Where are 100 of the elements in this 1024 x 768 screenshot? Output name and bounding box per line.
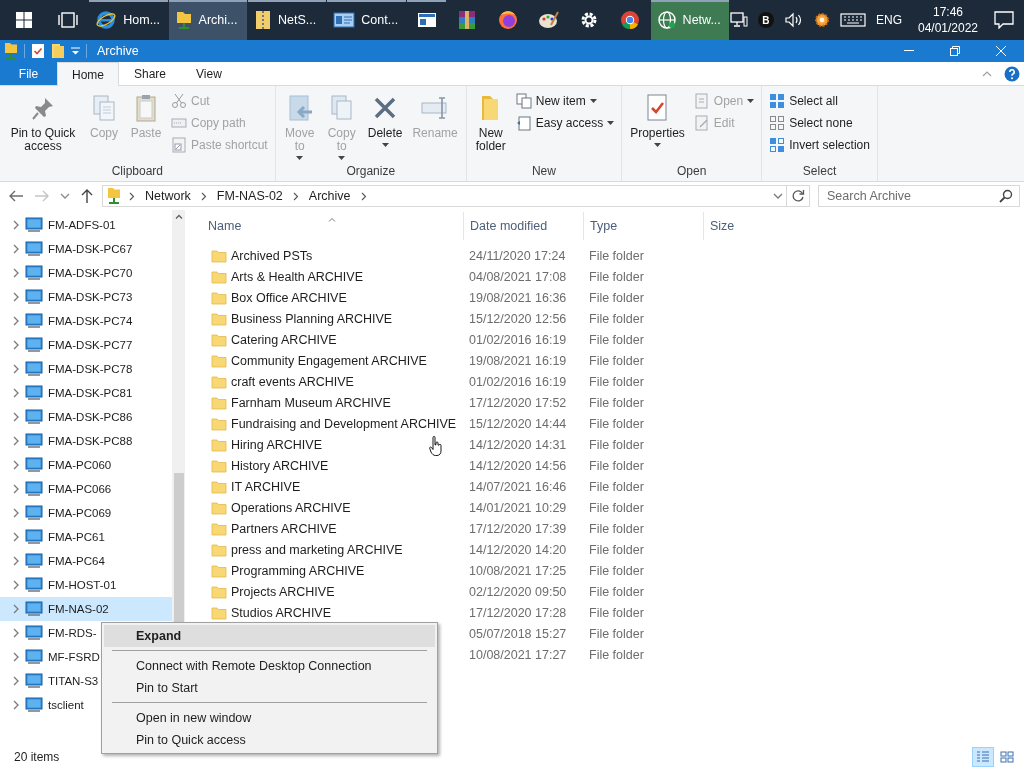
keyboard-icon[interactable] (839, 13, 866, 27)
menu-item[interactable]: Expand (104, 625, 435, 647)
breadcrumb[interactable]: Network (143, 189, 193, 203)
ribbon-button[interactable]: Select none (766, 112, 873, 134)
tree-item[interactable]: FM-ADFS-01 (0, 213, 172, 237)
chevron-icon (12, 532, 20, 542)
tray-badge[interactable]: B (757, 12, 774, 28)
folder-icon (211, 395, 227, 410)
ribbon-button[interactable]: Select all (766, 90, 873, 112)
computer-icon (25, 313, 43, 329)
file-name[interactable]: Box Office ARCHIVE (231, 290, 347, 305)
type-cell-text: File folder (588, 542, 645, 557)
ribbon-button[interactable]: New folder (470, 90, 511, 163)
file-name[interactable]: Farnham Museum ARCHIVE (231, 395, 391, 410)
chevron-icon (12, 220, 20, 230)
column-header[interactable]: Type (583, 212, 703, 240)
windows-logo-icon (15, 12, 32, 28)
file-name[interactable]: Archived PSTs (231, 248, 313, 263)
tree-item[interactable]: FMA-DSK-PC70 (0, 261, 172, 285)
tree-item[interactable]: FMA-DSK-PC81 (0, 381, 172, 405)
monitor-icon[interactable] (729, 12, 748, 28)
menu-item[interactable]: Open in new window (104, 707, 435, 729)
tree-item[interactable]: FMA-DSK-PC77 (0, 333, 172, 357)
ribbon-button[interactable]: Easy access (512, 112, 618, 134)
file-name[interactable]: Fundraising and Development ARCHIVE (231, 416, 457, 431)
speaker-icon[interactable] (783, 12, 804, 28)
tree-item[interactable]: FMA-PC060 (0, 453, 172, 477)
notification-icon[interactable] (994, 11, 1015, 29)
recent-locations-button[interactable] (58, 192, 72, 200)
tree-item[interactable]: FMA-DSK-PC88 (0, 429, 172, 453)
ribbon-button[interactable]: Properties (626, 90, 689, 163)
tree-item[interactable]: FMA-PC069 (0, 501, 172, 525)
file-name[interactable]: craft events ARCHIVE (231, 374, 354, 389)
file-name[interactable]: History ARCHIVE (231, 458, 329, 473)
column-header[interactable]: Size (703, 212, 782, 240)
tree-item[interactable]: FMA-PC066 (0, 477, 172, 501)
ribbon-button[interactable]: New item (512, 90, 618, 112)
tree-item[interactable]: FMA-DSK-PC73 (0, 285, 172, 309)
menu-item[interactable]: Pin to Quick access (104, 729, 435, 751)
ribbon-button[interactable]: Delete (363, 90, 407, 163)
tree-item[interactable]: FMA-DSK-PC67 (0, 237, 172, 261)
type-cell-text: File folder (588, 458, 645, 473)
file-name[interactable]: Partners ARCHIVE (231, 521, 337, 536)
caret-icon (607, 121, 615, 125)
tree-item[interactable]: FMA-DSK-PC74 (0, 309, 172, 333)
file-name[interactable]: Operations ARCHIVE (231, 500, 351, 515)
minimize-icon (904, 50, 914, 52)
breadcrumb-separator-icon (200, 191, 207, 201)
address-bar[interactable]: Network FM-NAS-02 Archive (102, 185, 810, 207)
tree-item[interactable]: FMA-PC61 (0, 525, 172, 549)
clock-date[interactable]: 04/01/2022 (918, 20, 979, 36)
file-name[interactable]: Programming ARCHIVE (231, 563, 365, 578)
tree-item[interactable]: FMA-PC64 (0, 549, 172, 573)
network-folder-icon (4, 42, 18, 60)
path-icon (171, 115, 187, 131)
computer-icon (25, 337, 43, 353)
cog-icon[interactable] (813, 12, 830, 28)
menu-item[interactable]: Connect with Remote Desktop Connection (104, 655, 435, 677)
type-cell-text: File folder (588, 500, 645, 515)
computer-icon (25, 241, 43, 257)
file-name[interactable]: Arts & Health ARCHIVE (231, 269, 363, 284)
breadcrumb[interactable]: Archive (306, 189, 353, 203)
file-name[interactable]: Business Planning ARCHIVE (231, 311, 393, 326)
file-name[interactable]: Studios ARCHIVE (231, 605, 332, 620)
clock-time[interactable]: 17:46 (933, 4, 964, 20)
file-name[interactable]: Projects ARCHIVE (231, 584, 335, 599)
type-cell-text: File folder (588, 437, 645, 452)
ribbon-tab[interactable]: Share (119, 62, 182, 85)
ribbon-tab[interactable]: Home (57, 62, 119, 86)
chevron-icon (12, 412, 20, 422)
file-name[interactable]: Hiring ARCHIVE (231, 437, 322, 452)
easy-access-icon (515, 115, 532, 131)
file-name[interactable]: press and marketing ARCHIVE (231, 542, 403, 557)
computer-icon (25, 529, 43, 545)
computer-icon (25, 265, 43, 281)
tree-item[interactable]: FM-NAS-02 (0, 597, 172, 621)
column-header[interactable]: Date modified (463, 212, 583, 240)
tree-item[interactable]: FM-HOST-01 (0, 573, 172, 597)
select-none-icon (769, 115, 786, 131)
menu-item[interactable]: Pin to Start (104, 677, 435, 699)
ribbon-button[interactable]: Invert selection (766, 134, 873, 156)
chevron-icon (12, 628, 20, 638)
close-icon (996, 46, 1006, 56)
file-name[interactable]: Community Engagement ARCHIVE (231, 353, 427, 368)
taskbar-button[interactable]: Archi... (168, 0, 247, 40)
column-header[interactable]: Name (197, 212, 463, 240)
tree-item[interactable]: FMA-DSK-PC78 (0, 357, 172, 381)
breadcrumb[interactable]: FM-NAS-02 (214, 189, 285, 203)
input-language[interactable]: ENG (875, 13, 902, 27)
ribbon-tab[interactable]: View (181, 62, 237, 85)
file-name[interactable]: IT ARCHIVE (231, 479, 301, 494)
search-field[interactable]: Search Archive (818, 185, 1020, 207)
taskbar-button[interactable]: Netw... (650, 0, 729, 40)
ribbon-tab[interactable]: File (0, 62, 57, 85)
date-cell-text: 10/08/2021 17:25 (468, 563, 568, 578)
computer-icon (25, 433, 43, 449)
file-name[interactable]: Catering ARCHIVE (231, 332, 337, 347)
computer-icon (25, 649, 43, 665)
ribbon-button[interactable]: Pin to Quick access (4, 90, 82, 163)
tree-item[interactable]: FMA-DSK-PC86 (0, 405, 172, 429)
